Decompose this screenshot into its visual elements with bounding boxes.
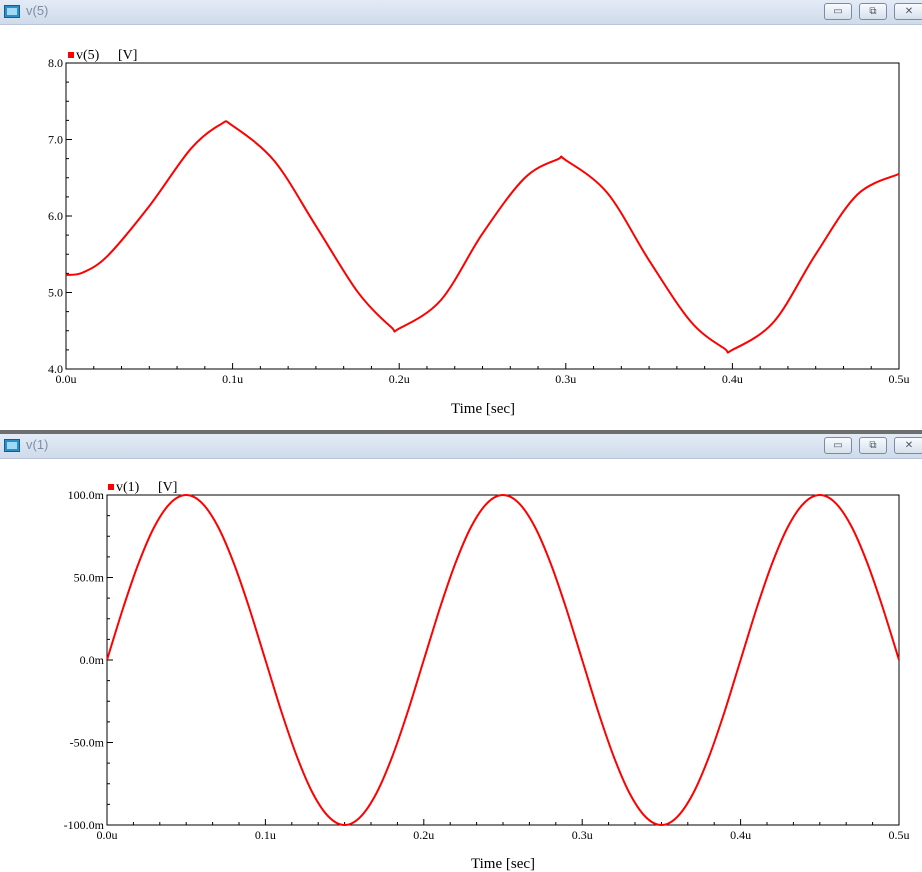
minimize-button[interactable]: ▭	[824, 437, 852, 454]
series-line-v(5)	[65, 120, 900, 354]
x-tick-label: 0.5u	[889, 828, 910, 842]
y-tick-label: 4.0	[48, 362, 63, 376]
window-title: v(5)	[26, 3, 49, 18]
x-axis-label: Time [sec]	[451, 401, 515, 417]
y-tick-label: 0.0m	[80, 653, 105, 667]
window-title: v(1)	[26, 437, 49, 452]
x-tick-label: 0.3u	[572, 828, 593, 842]
y-tick-label: -100.0m	[64, 818, 105, 832]
title-bar[interactable]: v(5) ▭ ⧉ ✕	[0, 0, 922, 25]
waveform-app-icon	[4, 439, 20, 452]
x-tick-label: 0.2u	[413, 828, 434, 842]
plot-frame	[65, 62, 900, 370]
title-bar[interactable]: v(1) ▭ ⧉ ✕	[0, 434, 922, 459]
x-tick-label: 0.4u	[722, 372, 743, 386]
x-tick-label: 0.1u	[222, 372, 243, 386]
legend-label: v(5)	[76, 48, 100, 63]
close-button[interactable]: ✕	[894, 3, 922, 20]
x-tick-label: 0.1u	[255, 828, 276, 842]
x-tick-label: 0.3u	[555, 372, 576, 386]
y-tick-label: -50.0m	[70, 736, 105, 750]
waveform-app-icon	[4, 5, 20, 18]
y-tick-label: 5.0	[48, 286, 63, 300]
y-tick-label: 50.0m	[74, 571, 105, 585]
y-tick-label: 8.0	[48, 56, 63, 70]
minimize-button[interactable]: ▭	[824, 3, 852, 20]
legend-unit: [V]	[118, 48, 137, 63]
restore-button[interactable]: ⧉	[859, 3, 887, 20]
x-tick-label: 0.5u	[889, 372, 910, 386]
y-tick-label: 6.0	[48, 209, 63, 223]
plot-window-v1: v(1) ▭ ⧉ ✕ 0.0u 0.1u 0.2u 0.3u 0.4u 0.5u 100.0…	[0, 434, 922, 872]
legend-swatch	[108, 484, 114, 490]
legend-swatch	[68, 52, 74, 58]
series-line-v(1)	[106, 494, 900, 826]
legend-label: v(1)	[116, 480, 140, 495]
y-tick-label: 100.0m	[68, 488, 105, 502]
chart-v1: 0.0u 0.1u 0.2u 0.3u 0.4u 0.5u100.0m50.0m0.0m-…	[64, 480, 910, 872]
y-tick-label: 7.0	[48, 133, 63, 147]
chart-v5: 0.0u 0.1u 0.2u 0.3u 0.4u 0.5u8.07.06.05.04.0T…	[48, 48, 910, 417]
restore-button[interactable]: ⧉	[859, 437, 887, 454]
x-tick-label: 0.4u	[730, 828, 751, 842]
x-axis-label: Time [sec]	[471, 856, 535, 872]
x-tick-label: 0.2u	[389, 372, 410, 386]
plot-window-v5: v(5) ▭ ⧉ ✕ 0.0u 0.1u 0.2u 0.3u 0.4u 0.5u 8.0 7.…	[0, 0, 922, 430]
legend-unit: [V]	[158, 480, 177, 495]
close-button[interactable]: ✕	[894, 437, 922, 454]
